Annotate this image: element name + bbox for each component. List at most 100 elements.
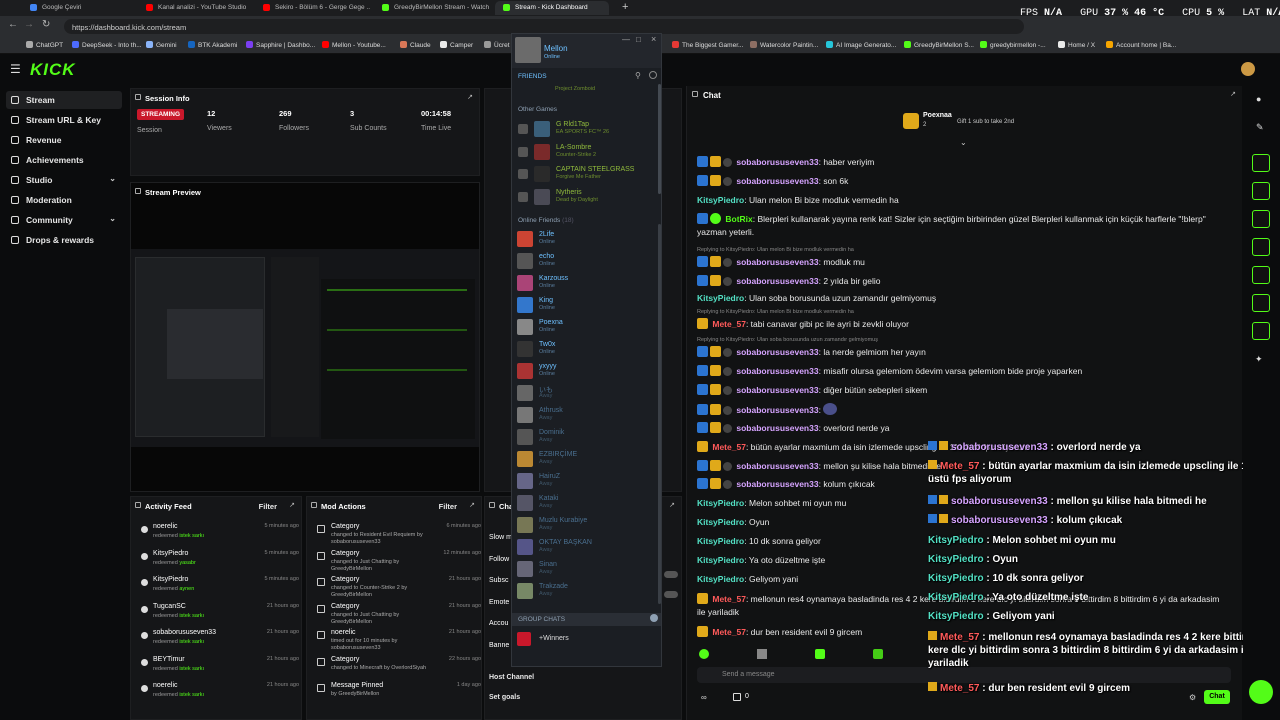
bookmark-item[interactable]: BTK Akademi (188, 41, 237, 49)
bookmark-item[interactable]: GreedyBirMellon S... (904, 41, 974, 49)
chat-username[interactable]: sobaborususeven33 (736, 276, 818, 286)
chat-username[interactable]: KitsyPiedro (697, 517, 744, 527)
toolbar-button[interactable] (1252, 266, 1270, 284)
steam-friend[interactable]: いも Away (517, 384, 657, 406)
emote-icon[interactable] (757, 649, 767, 659)
popout-icon[interactable]: ↗ (1230, 90, 1236, 98)
chat-username[interactable]: Mete_57 (712, 319, 746, 329)
minimize-icon[interactable]: — (622, 35, 630, 44)
forward-icon[interactable]: → (24, 19, 34, 30)
scrollbar[interactable] (658, 84, 661, 194)
chat-username[interactable]: KitsyPiedro (697, 195, 744, 205)
bookmark-item[interactable]: Claude (400, 41, 431, 49)
reload-icon[interactable]: ↻ (42, 19, 50, 30)
chat-message[interactable]: sobaborususeven33: la nerde gelmiom her … (697, 346, 1227, 359)
activity-item[interactable]: KitsyPiedro redeemed yasabr 5 minutes ago (139, 550, 299, 577)
steam-friend[interactable]: Karzouss Online (517, 274, 657, 296)
chat-message[interactable]: Mete_57: tabi canavar gibi pc ile ayri b… (697, 318, 1227, 331)
bookmark-item[interactable]: AI Image Generato... (826, 41, 896, 49)
sidebar-item-community[interactable]: Community ⌄ (6, 211, 122, 229)
activity-item[interactable]: KitsyPiedro redeemed aynen 5 minutes ago (139, 576, 299, 603)
chat-message[interactable]: sobaborususeven33: diğer bütün sebepleri… (697, 384, 1227, 397)
bookmark-item[interactable]: The Biggest Gamer... (672, 41, 743, 49)
sidebar-item-achievements[interactable]: Achievements (6, 151, 122, 169)
mod-filter-button[interactable]: Filter (439, 502, 457, 511)
chat-username[interactable]: sobaborususeven33 (736, 176, 818, 186)
toolbar-button[interactable] (1252, 294, 1270, 312)
steam-game-friend[interactable]: Nytheris Dead by Daylight (534, 188, 674, 210)
chat-username[interactable]: Mete_57 (712, 594, 746, 604)
bookmark-item[interactable]: DeepSeek - Into th... (72, 41, 142, 49)
emote-icon[interactable] (873, 649, 883, 659)
emote-mode-setting[interactable]: Emote (489, 592, 512, 614)
chat-message[interactable]: sobaborususeven33: 2 yılda bir gelio (697, 275, 1227, 288)
mod-action-item[interactable]: Message Pinned by GreedyBirMellon 1 day ag… (315, 682, 481, 709)
chat-username[interactable]: KitsyPiedro (697, 574, 744, 584)
browser-tab[interactable]: Stream - Kick Dashboard (495, 1, 609, 15)
mod-action-item[interactable]: Category changed to Counter-Strike 2 by G… (315, 576, 481, 603)
toolbar-button[interactable] (1252, 154, 1270, 172)
emote-icon[interactable] (815, 649, 825, 659)
group-chats-header[interactable]: GROUP CHATS (512, 613, 661, 626)
host-channel-setting[interactable]: Host Channel (489, 674, 534, 681)
activity-item[interactable]: sobaborususeven33 redeemed istek sarkı 21 … (139, 629, 299, 656)
bookmark-item[interactable]: greedybirmellon -... (980, 41, 1046, 49)
chat-message[interactable]: sobaborususeven33: modluk mu (697, 256, 1227, 269)
sidebar-item-studio[interactable]: Studio ⌄ (6, 171, 122, 189)
kick-logo[interactable]: KICK (30, 60, 76, 80)
chat-message[interactable]: sobaborususeven33: (697, 403, 1227, 417)
add-widget-icon[interactable]: ✦ (1255, 354, 1263, 365)
new-tab-icon[interactable]: + (622, 1, 628, 13)
search-icon[interactable]: ⚲ (635, 71, 641, 80)
sidebar-item-drops-rewards[interactable]: Drops & rewards (6, 231, 122, 249)
steam-friend[interactable]: Poexna Online (517, 318, 657, 340)
steam-friend[interactable]: EZBIRÇİME Away (517, 450, 657, 472)
activity-item[interactable]: noerelic redeemed istek sarkı 5 minutes ag… (139, 523, 299, 550)
steam-friend[interactable]: Dominik Away (517, 428, 657, 450)
slow-mode-setting[interactable]: Slow m (489, 527, 512, 549)
chat-username[interactable]: sobaborususeven33 (736, 366, 818, 376)
close-icon[interactable]: × (651, 34, 656, 44)
avatar[interactable] (515, 37, 541, 63)
steam-friend[interactable]: Muzlu Kurabiye Away (517, 516, 657, 538)
reply-context[interactable]: Replying to KitsyPiedro: Ulan melon Bi b… (697, 309, 854, 315)
chat-username[interactable]: sobaborususeven33 (736, 479, 818, 489)
reply-context[interactable]: Replying to KitsyPiedro: Ulan melon Bi b… (697, 247, 854, 253)
chat-username[interactable]: sobaborususeven33 (736, 461, 818, 471)
url-field[interactable]: https://dashboard.kick.com/stream (64, 19, 1024, 34)
bookmark-item[interactable]: Sapphire | Dashbo... (246, 41, 315, 49)
follower-mode-setting[interactable]: Follow (489, 549, 512, 571)
activity-filter-button[interactable]: Filter (259, 502, 277, 511)
support-chat-button[interactable] (1249, 680, 1273, 704)
activity-item[interactable]: noerelic redeemed istek sarkı 21 hours ago (139, 682, 299, 709)
bookmark-item[interactable]: Watercolor Paintin... (750, 41, 818, 49)
browser-tab[interactable]: Sekiro - Bölüm 6 - Gerge Gege ... (255, 1, 370, 15)
gift-icon[interactable] (733, 693, 741, 701)
reply-context[interactable]: Replying to KitsyPiedro: Ulan soba borus… (697, 337, 878, 343)
back-icon[interactable]: ← (8, 19, 18, 30)
toolbar-button[interactable] (1252, 182, 1270, 200)
steam-friend[interactable]: King Online (517, 296, 657, 318)
toolbar-button[interactable] (1252, 322, 1270, 340)
toolbar-button[interactable] (1252, 210, 1270, 228)
chat-username[interactable]: sobaborususeven33 (736, 347, 818, 357)
browser-tab[interactable]: GreedyBirMellon Stream - Watch ... (374, 1, 490, 15)
browser-tab[interactable]: Google Çeviri (22, 1, 134, 15)
dark-mode-icon[interactable]: ● (1256, 94, 1261, 104)
sidebar-item-stream[interactable]: Stream (6, 91, 122, 109)
chat-username[interactable]: sobaborususeven33 (736, 385, 818, 395)
activity-item[interactable]: TugcanSC redeemed istek sarkı 21 hours ago (139, 603, 299, 630)
steam-friend[interactable]: yxyyy Online (517, 362, 657, 384)
bookmark-item[interactable]: ChatGPT (26, 41, 63, 49)
steam-friend[interactable]: echo Online (517, 252, 657, 274)
steam-friend[interactable]: Trakzade Away (517, 582, 657, 604)
steam-friend[interactable]: Sinan Away (517, 560, 657, 582)
group-chat-item[interactable]: +Winners (517, 631, 657, 653)
bookmark-item[interactable]: Camper (440, 41, 473, 49)
mod-action-item[interactable]: noerelic timed out for 10 minutes by soba… (315, 629, 481, 656)
emote-toggle[interactable] (664, 591, 678, 598)
steam-friend[interactable]: Tw0x Online (517, 340, 657, 362)
steam-friend[interactable]: Athrusk Away (517, 406, 657, 428)
add-group-icon[interactable] (650, 614, 658, 622)
bookmark-item[interactable]: Gemini (146, 41, 177, 49)
